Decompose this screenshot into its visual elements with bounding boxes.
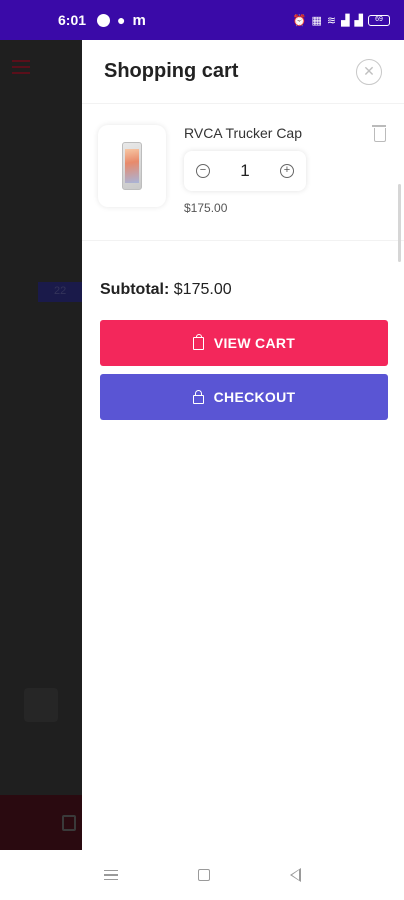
background-badge: 22 [38, 282, 82, 302]
plus-icon[interactable]: + [280, 164, 294, 178]
circle-icon [97, 13, 111, 27]
background-tile [24, 688, 58, 722]
quantity-value[interactable]: 1 [240, 161, 249, 181]
scrollbar[interactable] [398, 184, 401, 262]
status-left: 6:01 ● m [58, 12, 146, 29]
minus-icon[interactable]: − [196, 164, 210, 178]
status-right: ⏰ ▦ ≋ ▟ ▟ 69 [293, 14, 390, 27]
subtotal-label: Subtotal: [100, 281, 170, 298]
checkout-label: CHECKOUT [213, 389, 296, 405]
wifi-icon: ≋ [326, 14, 337, 27]
home-button[interactable] [197, 869, 210, 881]
drawer-header: Shopping cart ✕ [82, 40, 404, 104]
drawer-title: Shopping cart [104, 60, 239, 82]
menu-icon [12, 60, 30, 78]
trash-icon[interactable] [372, 125, 386, 142]
alarm-icon: ⏰ [292, 14, 307, 27]
lock-icon [192, 389, 204, 404]
status-bar: 6:01 ● m ⏰ ▦ ≋ ▟ ▟ 69 [0, 0, 404, 40]
subtotal: Subtotal: $175.00 [82, 241, 404, 299]
m-letter-icon: m [132, 11, 146, 29]
bag-icon [192, 333, 204, 350]
chat-icon: ● [117, 12, 126, 28]
item-info: RVCA Trucker Cap − 1 + $175.00 [184, 122, 388, 240]
navigation-bar [0, 850, 404, 900]
checkout-button[interactable]: CHECKOUT [100, 374, 388, 420]
volte-icon: ▦ [311, 14, 322, 27]
phone-product-image [122, 142, 142, 190]
close-button[interactable]: ✕ [356, 58, 382, 85]
view-cart-button[interactable]: VIEW CART [100, 320, 388, 366]
background-bottom-bar [0, 795, 82, 850]
cart-icon [62, 815, 76, 831]
item-name[interactable]: RVCA Trucker Cap [184, 125, 388, 141]
product-image[interactable] [98, 125, 166, 207]
cart-item: RVCA Trucker Cap − 1 + $175.00 [82, 104, 404, 262]
close-icon: ✕ [363, 63, 375, 79]
signal-icon: ▟ [341, 14, 350, 27]
signal-icon: ▟ [354, 14, 363, 27]
subtotal-value: $175.00 [173, 281, 232, 298]
status-time: 6:01 [58, 12, 87, 28]
view-cart-label: VIEW CART [213, 335, 296, 351]
shopping-cart-drawer: Shopping cart ✕ RVCA Trucker Cap − 1 + $… [82, 40, 404, 850]
battery-icon: 69 [368, 14, 390, 26]
recent-apps-button[interactable] [103, 867, 118, 884]
background-app[interactable]: 22 [0, 40, 82, 850]
item-price: $175.00 [184, 201, 228, 215]
quantity-stepper: − 1 + [184, 151, 306, 191]
back-button[interactable] [289, 868, 301, 882]
